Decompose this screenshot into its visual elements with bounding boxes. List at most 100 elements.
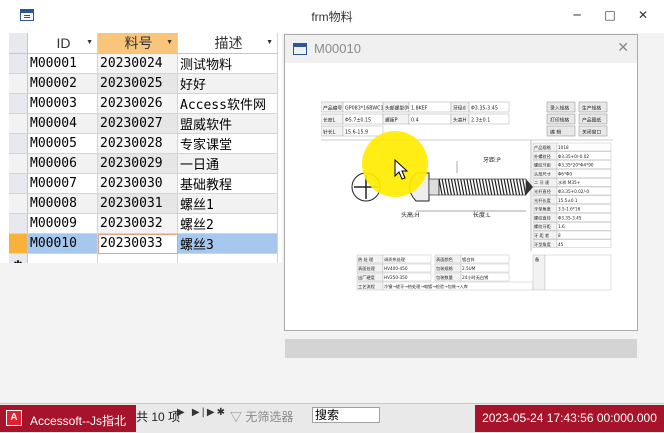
row-selector[interactable]	[9, 213, 28, 234]
access-logo-icon: A	[6, 410, 22, 426]
spec-header-field: 牙径d	[453, 105, 466, 112]
cell-part-number[interactable]: 20230027	[97, 113, 178, 134]
spec-header-field: 头部螺型(M)	[385, 105, 412, 112]
maximize-button[interactable]: □	[601, 6, 619, 24]
popup-title: M00010	[314, 41, 361, 56]
spec-value: 15.5±0.1	[558, 198, 578, 203]
spec-label: 牙 距 差	[534, 232, 549, 239]
table-row[interactable]: M00001 20230024 测试物料	[9, 53, 278, 74]
record-nav-arrows[interactable]: ▶ ▶|▶✱	[177, 407, 227, 418]
cell-id[interactable]: M00008	[27, 193, 98, 214]
search-input[interactable]: 搜索	[312, 407, 380, 423]
table-row[interactable]: M00003 20230026 Access软件网	[9, 93, 278, 114]
row-selector[interactable]	[9, 173, 28, 194]
row-selector[interactable]	[9, 73, 28, 94]
cell-description[interactable]: 专家课堂	[177, 133, 278, 154]
process-value: 调质热处理	[384, 256, 406, 263]
table-row[interactable]: M00006 20230029 一日通	[9, 153, 278, 174]
process-value: HV250-350	[384, 275, 408, 280]
cell-id[interactable]: M00007	[27, 173, 98, 194]
column-dropdown-icon[interactable]: ▼	[266, 39, 273, 46]
cell-id[interactable]: M00010	[27, 233, 98, 254]
spec-label: 产品规格	[534, 144, 552, 151]
cell-id[interactable]: M00001	[27, 53, 98, 74]
cell-description[interactable]: 测试物料	[177, 53, 278, 74]
spec-label: 光杆直径	[534, 188, 551, 195]
table-row[interactable]: M00004 20230027 盟威软件	[9, 113, 278, 134]
new-record-icon[interactable]: ✱	[9, 253, 28, 263]
datasheet-table: ID ▼ 料号 ▼ 描述 ▼ M00001 20230024 测试物料 M00002 2023…	[9, 33, 278, 263]
taskbar-app-button[interactable]: A Accessoft--Js指北	[0, 405, 136, 432]
cell-part-number[interactable]: 20230030	[97, 173, 178, 194]
cell-description[interactable]: 螺丝2	[177, 213, 278, 234]
no-filter-indicator[interactable]: ▽ 无筛选器	[230, 408, 293, 425]
new-record-cell[interactable]	[27, 253, 98, 263]
cell-part-number[interactable]: 20230024	[97, 53, 178, 74]
cell-id[interactable]: M00006	[27, 153, 98, 174]
cell-part-number[interactable]: 20230025	[97, 73, 178, 94]
cell-part-number[interactable]: 20230032	[97, 213, 178, 234]
popup-close-button[interactable]: ✕	[617, 40, 629, 56]
row-selector[interactable]	[9, 233, 28, 254]
cell-description[interactable]: 基础教程	[177, 173, 278, 194]
cell-id[interactable]: M00005	[27, 133, 98, 154]
cell-id[interactable]: M00009	[27, 213, 98, 234]
column-dropdown-icon[interactable]: ▼	[166, 39, 173, 46]
drawing-button-label: 产品图纸	[582, 116, 601, 123]
process-value: 冷镦→搓牙→热处理→电镀→检验→包装→入库	[384, 283, 468, 290]
popup-status-strip	[285, 339, 637, 358]
table-row[interactable]: M00008 20230031 螺丝1	[9, 193, 278, 214]
cell-id[interactable]: M00004	[27, 113, 98, 134]
cell-description[interactable]: 螺丝3	[177, 233, 278, 254]
cell-part-number[interactable]: 20230033	[97, 233, 178, 254]
table-row[interactable]: M00009 20230032 螺丝2	[9, 213, 278, 234]
new-record-cell[interactable]	[177, 253, 278, 263]
process-value: 24小时无白锈	[462, 274, 489, 281]
process-value: 2.5UM	[462, 266, 476, 271]
spec-header-field: 头高H	[453, 117, 467, 124]
spec-label: 螺纹直径	[534, 214, 551, 221]
close-button[interactable]: ✕	[634, 6, 652, 24]
row-selector[interactable]	[9, 113, 28, 134]
row-selector[interactable]	[9, 193, 28, 214]
column-header-part-number[interactable]: 料号 ▼	[97, 33, 178, 54]
spec-value: 1018	[558, 145, 569, 150]
process-label: 工艺流程	[358, 283, 376, 290]
table-row[interactable]: M00002 20230025 好好	[9, 73, 278, 94]
cell-description[interactable]: 螺丝1	[177, 193, 278, 214]
table-row[interactable]: M00010 20230033 螺丝3	[9, 233, 278, 254]
new-record-cell[interactable]	[97, 253, 178, 263]
row-selector[interactable]	[9, 53, 28, 74]
cell-part-number[interactable]: 20230031	[97, 193, 178, 214]
column-header-id[interactable]: ID ▼	[27, 33, 98, 54]
spec-header-field: 针长L	[323, 129, 336, 136]
filter-icon: ▽	[230, 410, 243, 424]
table-row[interactable]: M00007 20230030 基础教程	[9, 173, 278, 194]
column-dropdown-icon[interactable]: ▼	[86, 39, 93, 46]
spec-value: 1.6	[558, 224, 565, 229]
row-selector[interactable]	[9, 153, 28, 174]
process-value: HV400-450	[384, 266, 408, 271]
cell-description[interactable]: 一日通	[177, 153, 278, 174]
spec-label: 牙型角度	[534, 241, 552, 248]
cell-part-number[interactable]: 20230028	[97, 133, 178, 154]
row-selector[interactable]	[9, 93, 28, 114]
length-label: 长度:L	[473, 211, 491, 219]
cell-description[interactable]: 盟威软件	[177, 113, 278, 134]
spec-header-field: 0.4	[411, 118, 419, 124]
cell-description[interactable]: 好好	[177, 73, 278, 94]
table-row[interactable]: M00005 20230028 专家课堂	[9, 133, 278, 154]
cell-description[interactable]: Access软件网	[177, 93, 278, 114]
row-selector[interactable]	[9, 133, 28, 154]
record-popup-window: M00010 ✕ 产品编号 GP083*16BWC18 头部螺型(M) 1.8KEF 牙…	[284, 34, 638, 358]
cell-id[interactable]: M00002	[27, 73, 98, 94]
column-header-description[interactable]: 描述 ▼	[177, 33, 278, 54]
cell-part-number[interactable]: 20230026	[97, 93, 178, 114]
minimize-button[interactable]: ─	[568, 6, 586, 24]
cell-id[interactable]: M00003	[27, 93, 98, 114]
select-all-corner[interactable]	[9, 33, 28, 54]
cell-part-number[interactable]: 20230029	[97, 153, 178, 174]
spec-label: 头部尺寸	[534, 170, 551, 177]
new-record-row[interactable]: ✱	[9, 253, 278, 263]
spec-header-field: 产品编号	[323, 105, 342, 112]
